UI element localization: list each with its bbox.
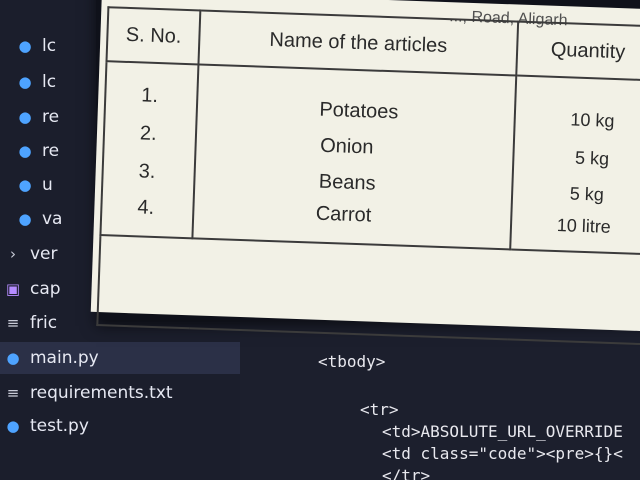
python-file-icon: ● [18,73,32,91]
code-line: <tbody> [318,352,386,371]
file-item-label: u [42,175,53,195]
file-item-label: main.py [30,348,99,368]
python-file-icon: ● [18,37,32,55]
table-empty-row [97,235,640,345]
file-item[interactable]: ● re [0,135,59,167]
file-item[interactable]: ● lc [0,30,56,62]
file-item-label: re [42,141,60,161]
quantity-cell: 5 kg [574,147,610,169]
chevron-right-icon: › [10,245,16,263]
sno-column: 1. 2. 3. 4. [100,61,199,239]
quantity-column: 10 kg 5 kg 5 kg 10 litre [509,75,640,255]
file-item[interactable]: ● u [0,169,53,201]
folder-item[interactable]: › ver [0,238,58,270]
python-file-icon: ● [18,210,32,228]
file-item[interactable]: ▣ cap [0,273,61,305]
table-document: ..., Road, Aligarh S. No. Name of the ar… [90,0,640,345]
file-item-label: lc [42,72,57,92]
sno-cell: 4. [137,196,155,219]
sno-cell: 1. [140,84,159,108]
file-item[interactable]: ● re [0,101,59,133]
code-editor[interactable]: <tbody> <tr> <td>ABSOLUTE_URL_OVERRIDE <… [240,330,640,480]
python-file-icon: ● [18,142,32,160]
quantity-cell: 10 litre [556,215,612,237]
file-item-active[interactable]: ● main.py [0,342,240,374]
name-cell: Onion [319,134,374,159]
name-cell: Carrot [315,202,372,227]
file-item-label: fric [30,313,58,333]
python-file-icon: ● [6,349,20,367]
file-item[interactable]: ≡ fric [0,307,57,339]
quantity-cell: 10 kg [570,109,615,131]
file-item-label: va [42,209,63,229]
code-line: <td class="code"><pre>{}< [382,444,623,463]
file-item-label: ver [30,244,58,264]
file-item[interactable]: ≡ requirements.txt [0,377,173,409]
python-file-icon: ● [18,108,32,126]
python-file-icon: ● [6,417,20,435]
header-quantity: Quantity [515,21,640,81]
file-item-label: re [42,107,60,127]
name-column: Potatoes Onion Beans Carrot [192,64,516,250]
file-item-label: test.py [30,416,89,436]
file-item-label: requirements.txt [30,383,173,403]
code-line: </tr> [382,466,431,480]
code-line: <td>ABSOLUTE_URL_OVERRIDE [382,422,623,441]
table-body-row: 1. 2. 3. 4. Potatoes Onion Beans Carrot [100,61,640,255]
file-item[interactable]: ● test.py [0,410,89,442]
name-cell: Beans [318,170,376,195]
articles-table: S. No. Name of the articles Quantity 1. … [96,6,640,345]
screen: ● lc ● lc ● re ● re ● u ● va › ver ▣ cap [0,0,640,480]
text-file-icon: ≡ [6,384,20,402]
image-preview-window: ..., Road, Aligarh S. No. Name of the ar… [90,0,640,345]
header-sno: S. No. [106,7,201,65]
file-item-label: lc [42,36,57,56]
sno-cell: 3. [138,160,156,183]
sno-cell: 2. [139,122,158,145]
file-item-label: cap [30,279,61,299]
code-line: <tr> [360,400,399,419]
file-item[interactable]: ● lc [0,66,56,98]
image-file-icon: ▣ [5,280,21,298]
name-cell: Potatoes [319,98,399,124]
file-item[interactable]: ● va [0,203,62,235]
empty-cell [97,235,640,345]
text-file-icon: ≡ [6,314,20,332]
python-file-icon: ● [18,176,32,194]
quantity-cell: 5 kg [569,183,605,205]
